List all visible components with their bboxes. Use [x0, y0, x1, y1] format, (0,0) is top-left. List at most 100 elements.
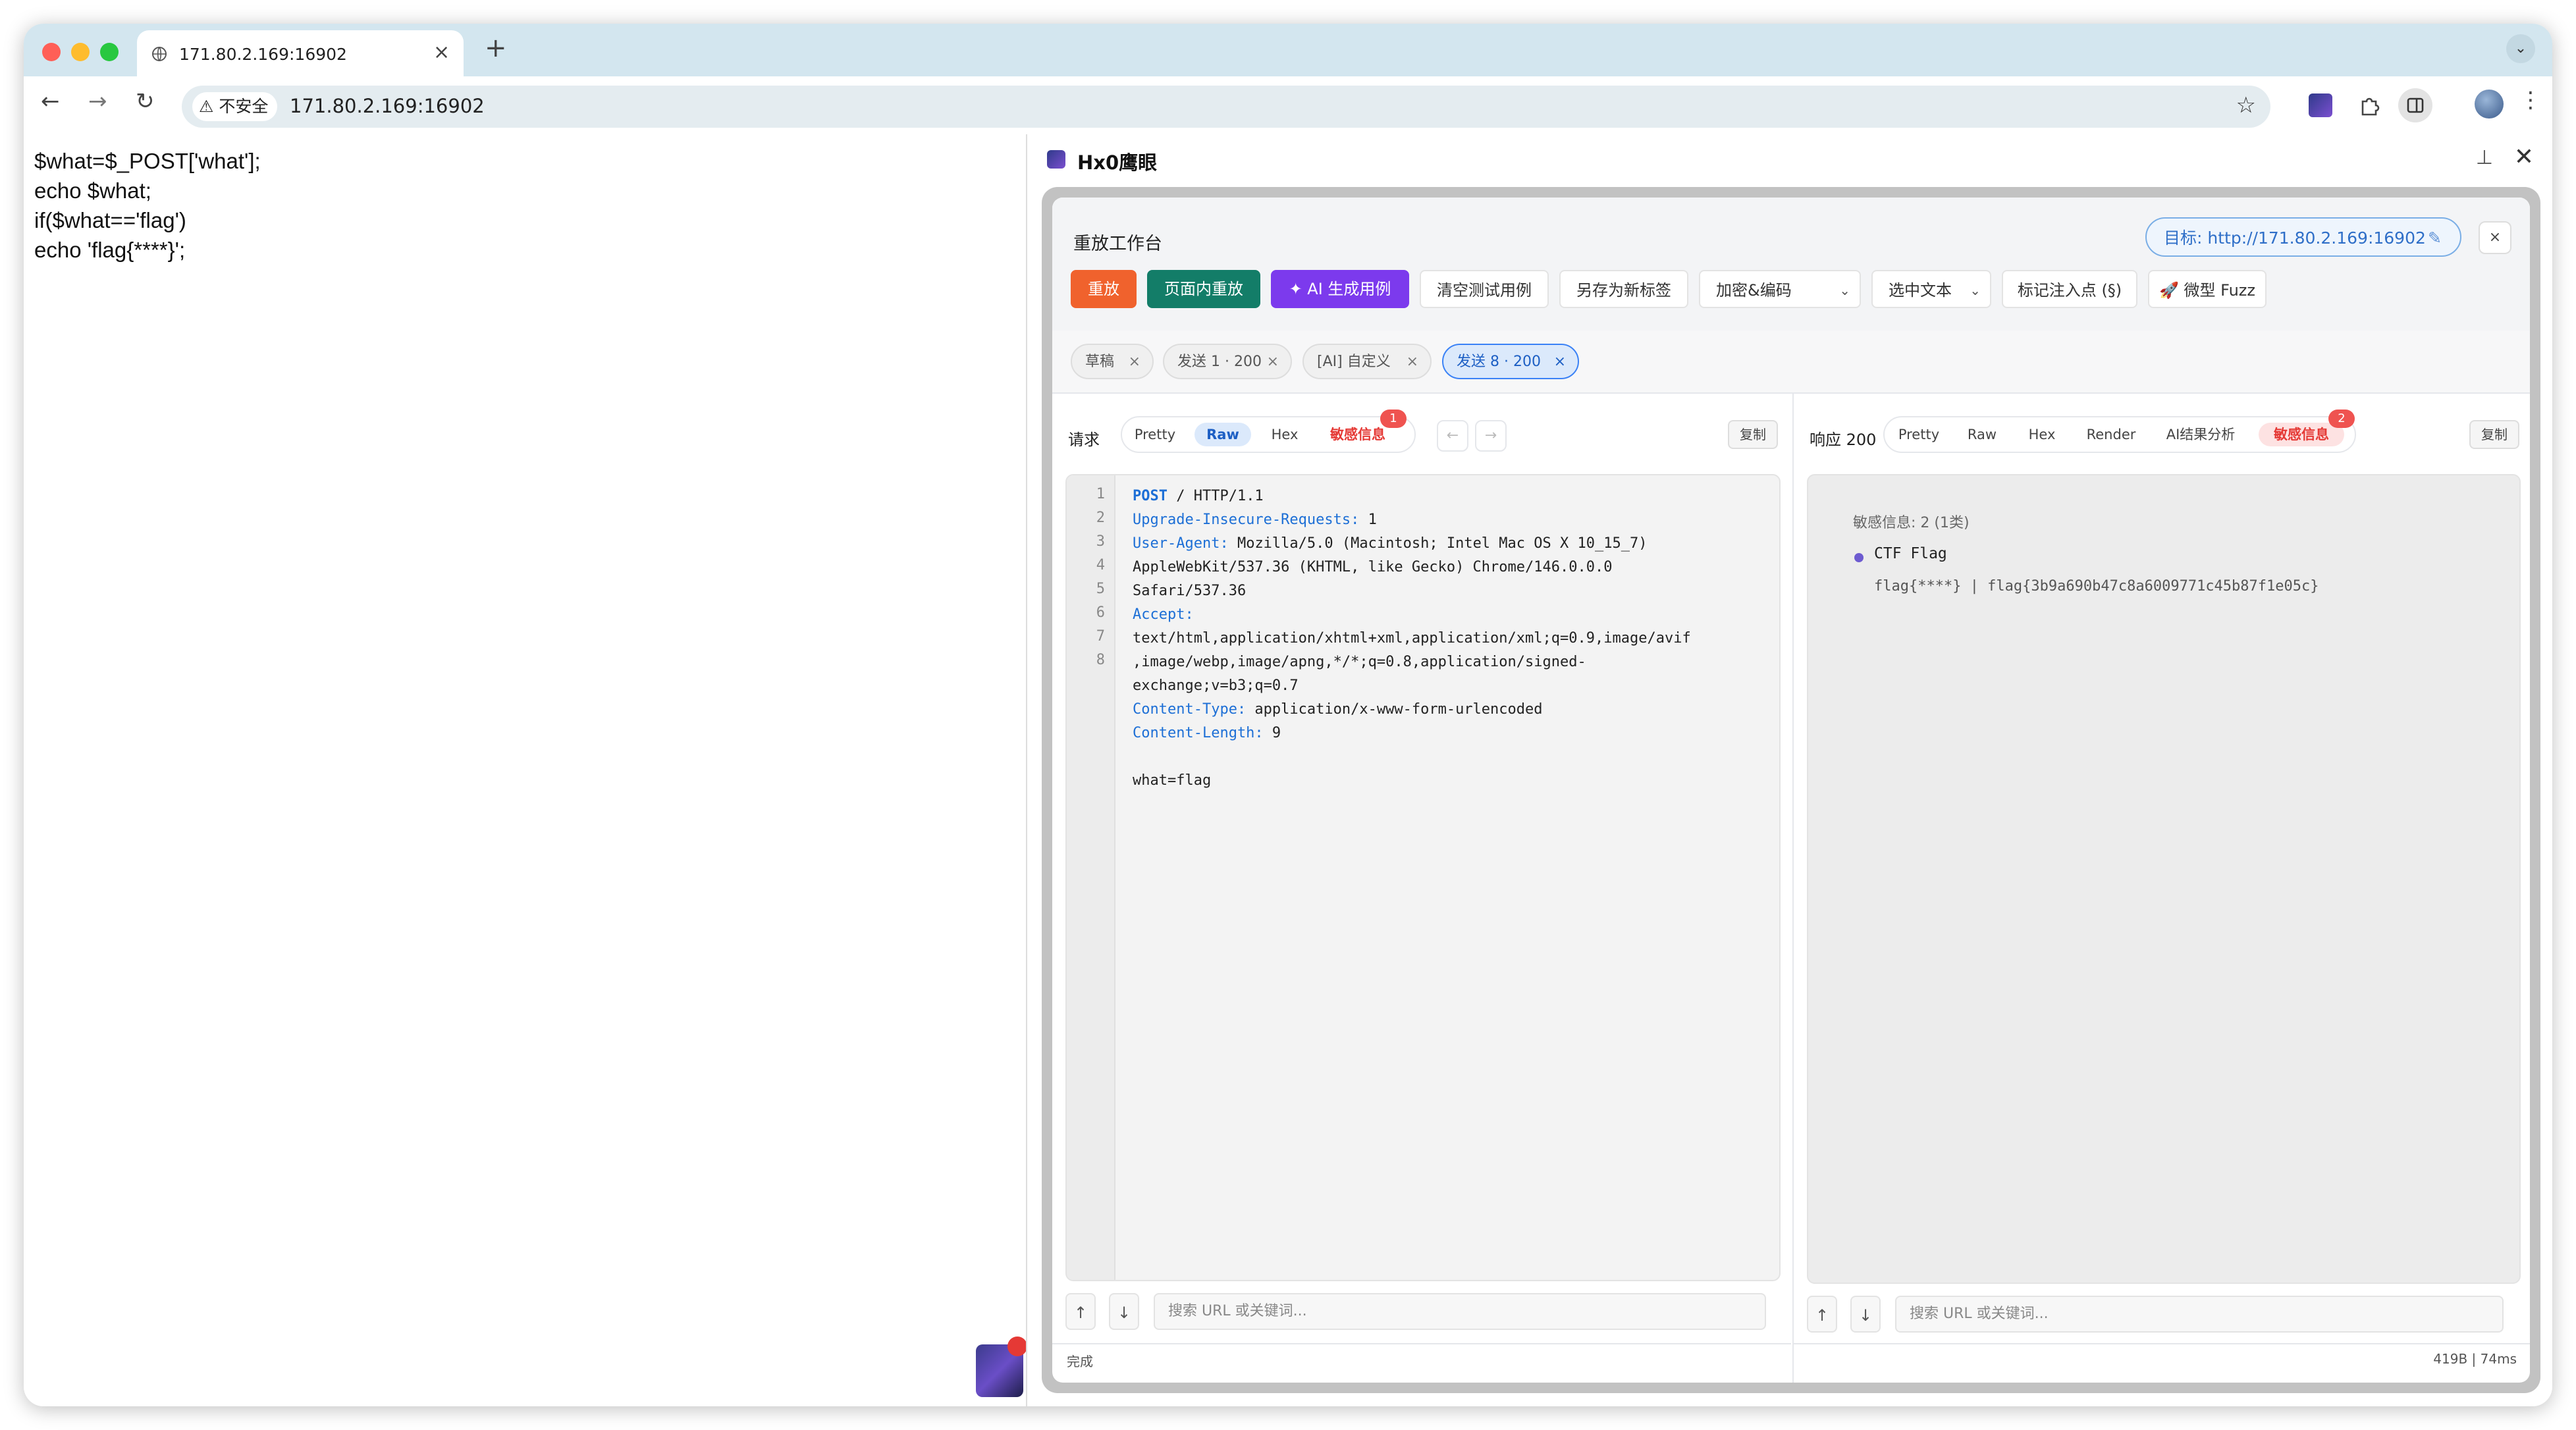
tag-close-icon[interactable]: × — [1129, 345, 1140, 379]
tab-pretty[interactable]: Pretty — [1891, 423, 1946, 446]
code-line: $what=$_POST['what']; — [34, 149, 261, 173]
avatar[interactable] — [2475, 90, 2504, 119]
header-key: Content-Type: — [1133, 701, 1247, 718]
line-number: 3 — [1096, 533, 1105, 550]
browser-tab[interactable]: 171.80.2.169:16902 × — [137, 30, 464, 76]
encode-dropdown[interactable]: 加密&编码 ⌄ — [1699, 270, 1861, 308]
target-close-button[interactable]: × — [2479, 221, 2511, 254]
hx0-extension-icon[interactable] — [2309, 93, 2332, 117]
line-number: 6 — [1096, 604, 1105, 621]
target-pill[interactable]: 目标: http://171.80.2.169:16902 ✎ — [2145, 217, 2461, 257]
tag-label: [AI] 自定义 — [1317, 354, 1391, 370]
divider — [1794, 1343, 2530, 1344]
request-body: what=flag — [1133, 772, 1212, 789]
notification-dot — [1007, 1337, 1027, 1356]
divider — [1052, 1343, 1791, 1344]
request-copy-button[interactable]: 复制 — [1728, 420, 1778, 449]
target-url: 目标: http://171.80.2.169:16902 — [2164, 228, 2426, 248]
tab-search-chevron-icon[interactable]: ⌄ — [2506, 34, 2535, 63]
header-key: User-Agent: — [1133, 535, 1229, 552]
tab-hex[interactable]: Hex — [1260, 423, 1309, 446]
request-pane: 请求 Pretty Raw Hex 敏感信息 1 ← → 复制 1 2 3 4 … — [1052, 392, 1791, 1383]
bookmark-star-icon[interactable]: ☆ — [2236, 92, 2256, 119]
new-tab-button[interactable]: + — [485, 33, 507, 63]
page-content: $what=$_POST['what']; echo $what; if($wh… — [24, 134, 1027, 1406]
maximize-window-button[interactable] — [100, 43, 119, 61]
request-search-input[interactable]: 搜索 URL 或关键词... — [1154, 1293, 1766, 1330]
header-value: 9 — [1263, 725, 1281, 741]
sensitive-count-badge: 1 — [1380, 410, 1407, 428]
search-down-button[interactable]: ↓ — [1109, 1293, 1139, 1330]
warning-icon: ⚠ — [199, 97, 214, 116]
pin-off-icon[interactable]: ⊥ — [2476, 146, 2493, 169]
sensitive-info-panel: 敏感信息: 2 (1类) CTF Flag flag{****} | flag{… — [1807, 474, 2521, 1284]
response-pane: 响应 200 Pretty Raw Hex Render AI结果分析 敏感信息… — [1792, 392, 2530, 1383]
response-stats: 419B | 74ms — [2433, 1351, 2517, 1367]
tag-label: 草稿 — [1085, 354, 1115, 370]
workbench-header: 重放工作台 目标: http://171.80.2.169:16902 ✎ × … — [1052, 198, 2530, 332]
back-arrow-icon[interactable]: ← — [41, 88, 60, 115]
raw-request-text: POST / HTTP/1.1 Upgrade-Insecure-Request… — [1133, 485, 1691, 793]
close-window-button[interactable] — [42, 43, 61, 61]
code-line: if($what=='flag') — [34, 208, 186, 232]
tab-raw[interactable]: Raw — [1194, 423, 1251, 446]
address-bar[interactable]: ⚠ 不安全 171.80.2.169:16902 ☆ — [182, 86, 2270, 128]
tag-close-icon[interactable]: × — [1554, 345, 1566, 379]
select-text-dropdown[interactable]: 选中文本 ⌄ — [1871, 270, 1991, 308]
header-value: 1 — [1359, 512, 1377, 528]
code-line: echo $what; — [34, 178, 151, 203]
tag-draft[interactable]: 草稿 × — [1071, 344, 1154, 379]
ai-generate-button[interactable]: ✦ AI 生成用例 — [1271, 270, 1409, 308]
tag-send-8[interactable]: 发送 8 · 200 × — [1442, 344, 1579, 379]
reload-icon[interactable]: ↻ — [136, 88, 155, 115]
side-panel-header: Hx0鹰眼 ⊥ ✕ — [1027, 134, 2552, 182]
tab-pretty[interactable]: Pretty — [1127, 423, 1183, 446]
tab-sensitive[interactable]: 敏感信息 — [2259, 423, 2344, 446]
save-new-tab-button[interactable]: 另存为新标签 — [1559, 270, 1688, 308]
tab-raw[interactable]: Raw — [1958, 423, 2006, 446]
inpage-replay-button[interactable]: 页面内重放 — [1147, 270, 1260, 308]
response-search-input[interactable]: 搜索 URL 或关键词... — [1895, 1296, 2504, 1333]
tag-label: 发送 1 · 200 — [1177, 354, 1262, 370]
select-text-label: 选中文本 — [1889, 281, 1952, 300]
next-arrow-button[interactable]: → — [1475, 420, 1507, 452]
tab-strip: 171.80.2.169:16902 × + ⌄ — [24, 24, 2552, 76]
tag-close-icon[interactable]: × — [1407, 345, 1418, 379]
request-editor[interactable]: 1 2 3 4 5 6 7 8 POST / HTTP/1.1 Upgrade-… — [1065, 474, 1781, 1281]
tag-close-icon[interactable]: × — [1267, 345, 1279, 379]
minimize-window-button[interactable] — [71, 43, 90, 61]
edit-pencil-icon[interactable]: ✎ — [2428, 219, 2442, 258]
line-number: 5 — [1096, 581, 1105, 597]
chevron-down-icon: ⌄ — [1839, 282, 1850, 298]
side-panel-button[interactable] — [2398, 88, 2432, 122]
request-label: 请求 — [1068, 431, 1100, 449]
tag-send-1[interactable]: 发送 1 · 200 × — [1163, 344, 1292, 379]
close-panel-button[interactable]: ✕ — [2514, 144, 2534, 171]
prev-arrow-button[interactable]: ← — [1437, 420, 1468, 452]
tab-ai-analysis[interactable]: AI结果分析 — [2155, 423, 2247, 446]
security-indicator[interactable]: ⚠ 不安全 — [192, 92, 278, 121]
tab-hex[interactable]: Hex — [2019, 423, 2065, 446]
mark-injection-button[interactable]: 标记注入点 (§) — [2002, 270, 2137, 308]
extensions-puzzle-icon[interactable] — [2357, 93, 2381, 117]
tag-ai-custom[interactable]: [AI] 自定义 × — [1302, 344, 1432, 379]
workbench-frame: 重放工作台 目标: http://171.80.2.169:16902 ✎ × … — [1042, 187, 2540, 1393]
search-up-button[interactable]: ↑ — [1065, 1293, 1096, 1330]
kebab-menu-icon[interactable]: ⋮ — [2519, 87, 2542, 113]
sensitive-count-badge: 2 — [2328, 410, 2355, 428]
search-down-button[interactable]: ↓ — [1850, 1296, 1881, 1333]
micro-fuzz-button[interactable]: 🚀 微型 Fuzz — [2148, 270, 2267, 308]
forward-arrow-icon[interactable]: → — [88, 88, 107, 115]
side-panel-icon — [2407, 97, 2424, 113]
tab-render[interactable]: Render — [2078, 423, 2144, 446]
replay-button[interactable]: 重放 — [1071, 270, 1137, 308]
response-copy-button[interactable]: 复制 — [2469, 420, 2519, 449]
line-number: 1 — [1096, 486, 1105, 502]
response-label: 响应 200 — [1810, 431, 1877, 449]
tab-close-button[interactable]: × — [433, 41, 450, 64]
url-text[interactable]: 171.80.2.169:16902 — [290, 95, 485, 117]
flag-findings[interactable]: flag{****} | flag{3b9a690b47c8a6009771c4… — [1874, 578, 2319, 595]
search-up-button[interactable]: ↑ — [1807, 1296, 1837, 1333]
header-value: application/x-www-form-urlencoded — [1246, 701, 1543, 718]
clear-cases-button[interactable]: 清空测试用例 — [1420, 270, 1549, 308]
